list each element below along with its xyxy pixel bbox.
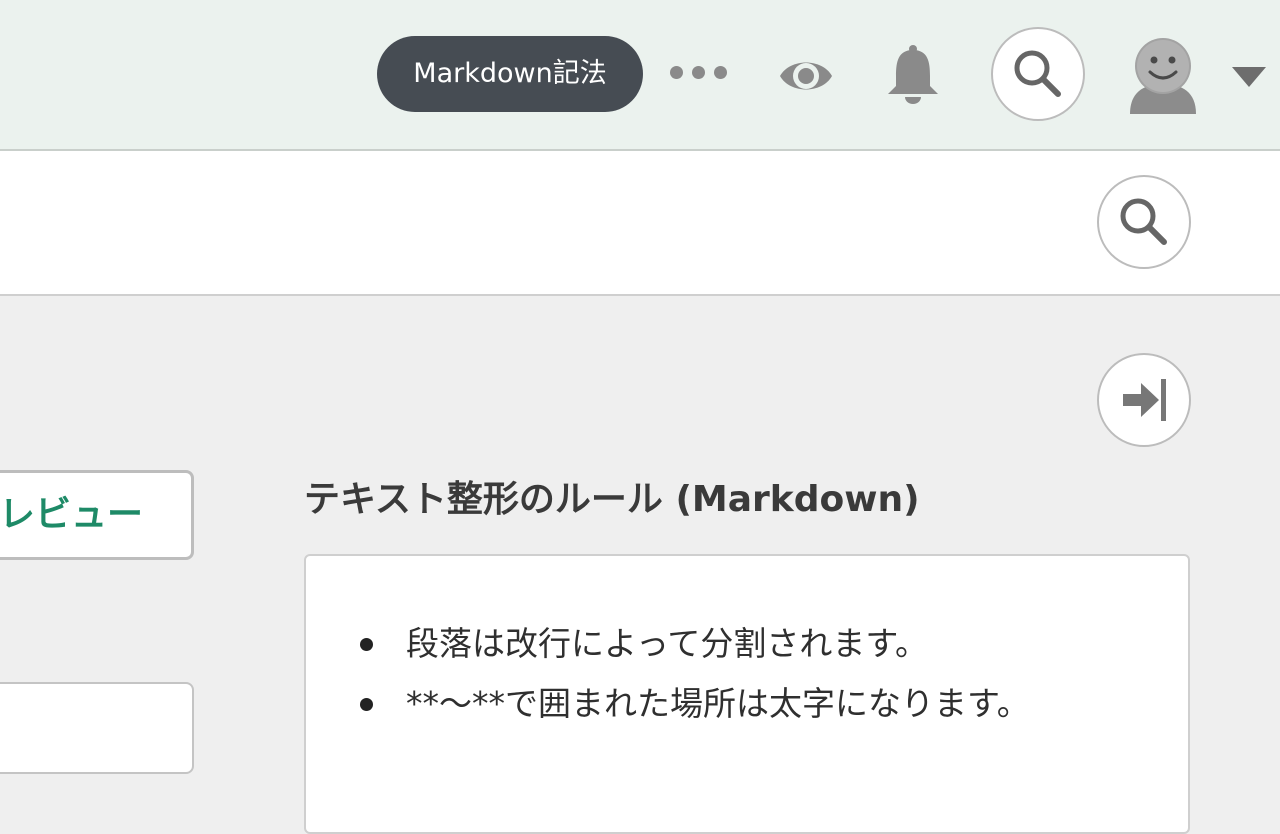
markdown-tooltip: Markdown記法	[377, 36, 643, 112]
search-button[interactable]	[1097, 175, 1191, 269]
caret-down-icon[interactable]	[1232, 67, 1266, 87]
eye-icon[interactable]	[778, 48, 834, 104]
top-bar: Markdown記法	[0, 0, 1280, 151]
arrow-to-right-icon	[1123, 379, 1166, 421]
preview-button[interactable]: レビュー	[0, 470, 194, 560]
global-search-button[interactable]	[991, 27, 1085, 121]
list-item: 段落は改行によって分割されます。	[360, 614, 1086, 674]
markdown-rules-box: 段落は改行によって分割されます。 **〜**で囲まれた場所は太字になります。	[304, 554, 1190, 834]
text-input[interactable]	[0, 682, 194, 774]
search-icon	[1120, 198, 1167, 245]
search-bar	[0, 151, 1280, 296]
list-item: **〜**で囲まれた場所は太字になります。	[360, 674, 1086, 734]
avatar[interactable]	[1126, 34, 1200, 114]
more-dots-icon[interactable]	[670, 66, 730, 82]
collapse-panel-button[interactable]	[1097, 353, 1191, 447]
search-icon	[1014, 50, 1061, 97]
help-title: テキスト整形のルール (Markdown)	[304, 479, 920, 520]
bell-icon[interactable]	[884, 44, 942, 104]
rules-list: 段落は改行によって分割されます。 **〜**で囲まれた場所は太字になります。	[306, 556, 1188, 734]
